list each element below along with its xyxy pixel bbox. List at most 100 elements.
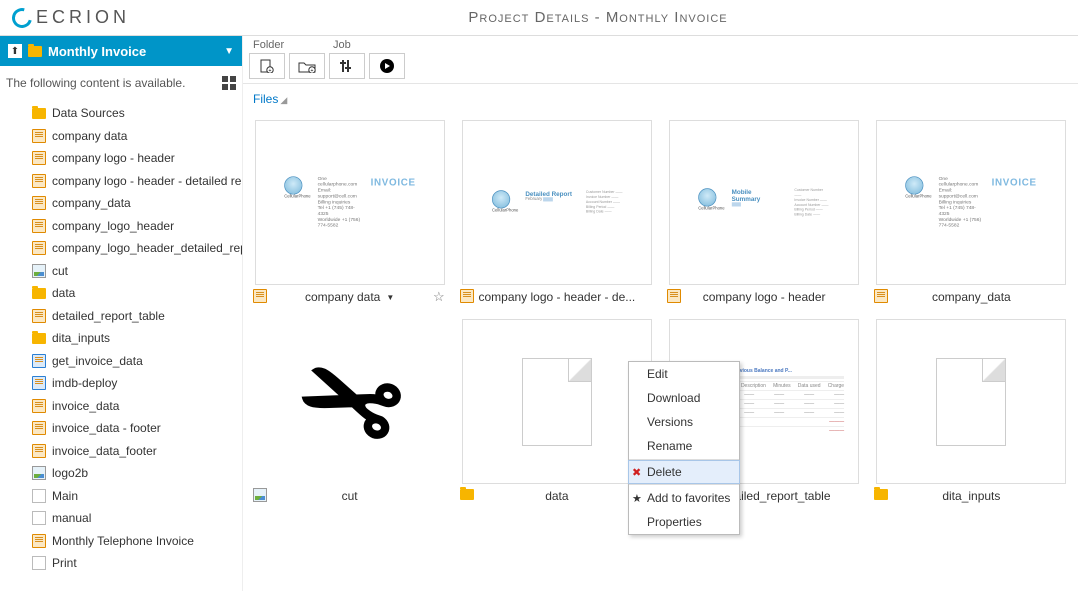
ctx-versions[interactable]: Versions (629, 410, 739, 434)
context-menu: EditDownload Versions Rename ✖Delete ★ Add to… (628, 361, 740, 535)
nav-up-icon[interactable]: ⬆ (8, 44, 22, 58)
sidebar-item-label: Print (52, 556, 77, 570)
folder-icon (460, 489, 474, 500)
new-file-button[interactable]: + (249, 53, 285, 79)
file-label[interactable]: data (545, 489, 568, 503)
doc-orange-icon (32, 421, 46, 435)
ctx-properties[interactable]: Properties (629, 510, 739, 534)
doc-orange-icon (874, 289, 888, 303)
sidebar-item[interactable]: manual (32, 507, 242, 530)
favorite-star-icon[interactable]: ☆ (433, 289, 445, 305)
sidebar-item[interactable]: invoice_data (32, 395, 242, 418)
file-label[interactable]: company_data (932, 290, 1011, 304)
sidebar-item[interactable]: Print (32, 552, 242, 575)
sidebar-item[interactable]: data (32, 282, 242, 305)
crumb-label: Monthly Invoice (48, 44, 146, 59)
file-thumbnail[interactable]: CellularPhoneOne cellularphone.comEmail:… (255, 120, 445, 285)
file-cell: CellularPhoneOne cellularphone.comEmail:… (873, 120, 1070, 309)
sidebar-item[interactable]: logo2b (32, 462, 242, 485)
svg-text:+: + (311, 68, 314, 73)
ctx-item-icon: ✖ (632, 466, 641, 479)
sidebar-item[interactable]: 🔒detailed_report_table (32, 305, 242, 328)
sidebar-item-label: Monthly Telephone Invoice (52, 534, 194, 548)
img-icon (32, 466, 46, 480)
sidebar-item[interactable]: company_logo_header (32, 215, 242, 238)
file-caption-row: dita_inputs (876, 484, 1066, 508)
sidebar-item[interactable]: dita_inputs (32, 327, 242, 350)
sidebar-breadcrumb[interactable]: ⬆ Monthly Invoice ▼ (0, 36, 242, 66)
file-cell: CellularPhoneDetailed ReportFebruary Cus… (458, 120, 655, 309)
doc-orange-icon (667, 289, 681, 303)
ctx-item-label: Properties (647, 515, 702, 529)
sidebar-item-label: Main (52, 489, 78, 503)
page-icon (32, 489, 46, 503)
file-cell: data (458, 319, 655, 508)
logo-ring-icon (8, 4, 35, 31)
job-settings-button[interactable] (329, 53, 365, 79)
sidebar-item[interactable]: company data (32, 125, 242, 148)
ctx-edit[interactable]: Edit (629, 362, 739, 386)
sidebar-item[interactable]: Data Sources (32, 102, 242, 125)
doc-blue-icon (32, 354, 46, 368)
file-thumbnail[interactable]: CellularPhoneDetailed ReportFebruary Cus… (462, 120, 652, 285)
doc-orange-icon (32, 129, 46, 143)
sidebar-item[interactable]: Monthly Telephone Invoice (32, 530, 242, 553)
doc-orange-icon (32, 241, 46, 255)
file-label[interactable]: company data (305, 290, 380, 304)
run-job-button[interactable] (369, 53, 405, 79)
sidebar-item-label: get_invoice_data (52, 354, 143, 368)
sidebar-item[interactable]: company logo - header - detailed rep... (32, 170, 242, 193)
chevron-down-icon[interactable]: ▼ (386, 293, 394, 302)
content-area: Folder + + Job Files◢ CellularPhoneOne c… (243, 36, 1078, 591)
sidebar-item[interactable]: invoice_data_footer (32, 440, 242, 463)
file-caption-row: data (462, 484, 652, 508)
sidebar-item-label: company_data (52, 196, 131, 210)
ctx-item-icon: ★ (632, 492, 642, 505)
breadcrumb-root[interactable]: Files (253, 92, 278, 106)
sidebar: ⬆ Monthly Invoice ▼ The following conten… (0, 36, 243, 591)
page-icon (32, 556, 46, 570)
folder-icon (32, 288, 46, 299)
ctx-item-label: Versions (647, 415, 693, 429)
file-label[interactable]: cut (342, 489, 358, 503)
sidebar-item-label: invoice_data - footer (52, 421, 161, 435)
sidebar-item[interactable]: cut (32, 260, 242, 283)
grid-view-icon[interactable] (222, 76, 236, 90)
doc-blue-icon (32, 376, 46, 390)
file-thumbnail[interactable] (876, 319, 1066, 484)
toolbar: Folder + + Job (243, 36, 1078, 84)
ctx-delete[interactable]: ✖Delete (628, 460, 740, 484)
sidebar-item[interactable]: company logo - header (32, 147, 242, 170)
toolbar-group-job-label: Job (329, 39, 405, 51)
file-thumbnail[interactable]: CellularPhoneOne cellularphone.comEmail:… (876, 120, 1066, 285)
files-breadcrumb[interactable]: Files◢ (243, 84, 1078, 114)
sidebar-item[interactable]: Main (32, 485, 242, 508)
new-folder-button[interactable]: + (289, 53, 325, 79)
ctx-item-label: Rename (647, 439, 692, 453)
doc-orange-icon (32, 309, 46, 323)
ctx-download[interactable]: Download (629, 386, 739, 410)
sidebar-item[interactable]: company_data (32, 192, 242, 215)
sidebar-tree: Data Sourcescompany datacompany logo - h… (0, 100, 242, 591)
file-thumbnail[interactable] (462, 319, 652, 484)
file-label[interactable]: company logo - header - de... (478, 290, 635, 304)
sidebar-item[interactable]: company_logo_header_detailed_report (32, 237, 242, 260)
chevron-down-icon[interactable]: ▼ (224, 46, 234, 57)
file-thumbnail[interactable]: CellularPhoneMobile Summary Customer Num… (669, 120, 859, 285)
sidebar-item[interactable]: imdb-deploy (32, 372, 242, 395)
sidebar-item[interactable]: get_invoice_data (32, 350, 242, 373)
doc-orange-icon (253, 289, 267, 303)
file-thumbnail[interactable]: ✂ (255, 319, 445, 484)
file-caption-row: company data ▼ ☆ (255, 285, 445, 309)
file-label[interactable]: dita_inputs (942, 489, 1000, 503)
sidebar-item-label: company_logo_header (52, 219, 174, 233)
svg-text:+: + (269, 68, 272, 73)
file-label[interactable]: company logo - header (703, 290, 826, 304)
ctx-item-label: Add to favorites (647, 491, 730, 505)
ctx-rename[interactable]: Rename (629, 434, 739, 458)
sidebar-item[interactable]: invoice_data - footer (32, 417, 242, 440)
file-caption-row: company_data (876, 285, 1066, 309)
ctx-add-to-favorites[interactable]: ★ Add to favorites (629, 486, 739, 510)
folder-icon (28, 46, 42, 57)
sidebar-item-label: invoice_data (52, 399, 119, 413)
